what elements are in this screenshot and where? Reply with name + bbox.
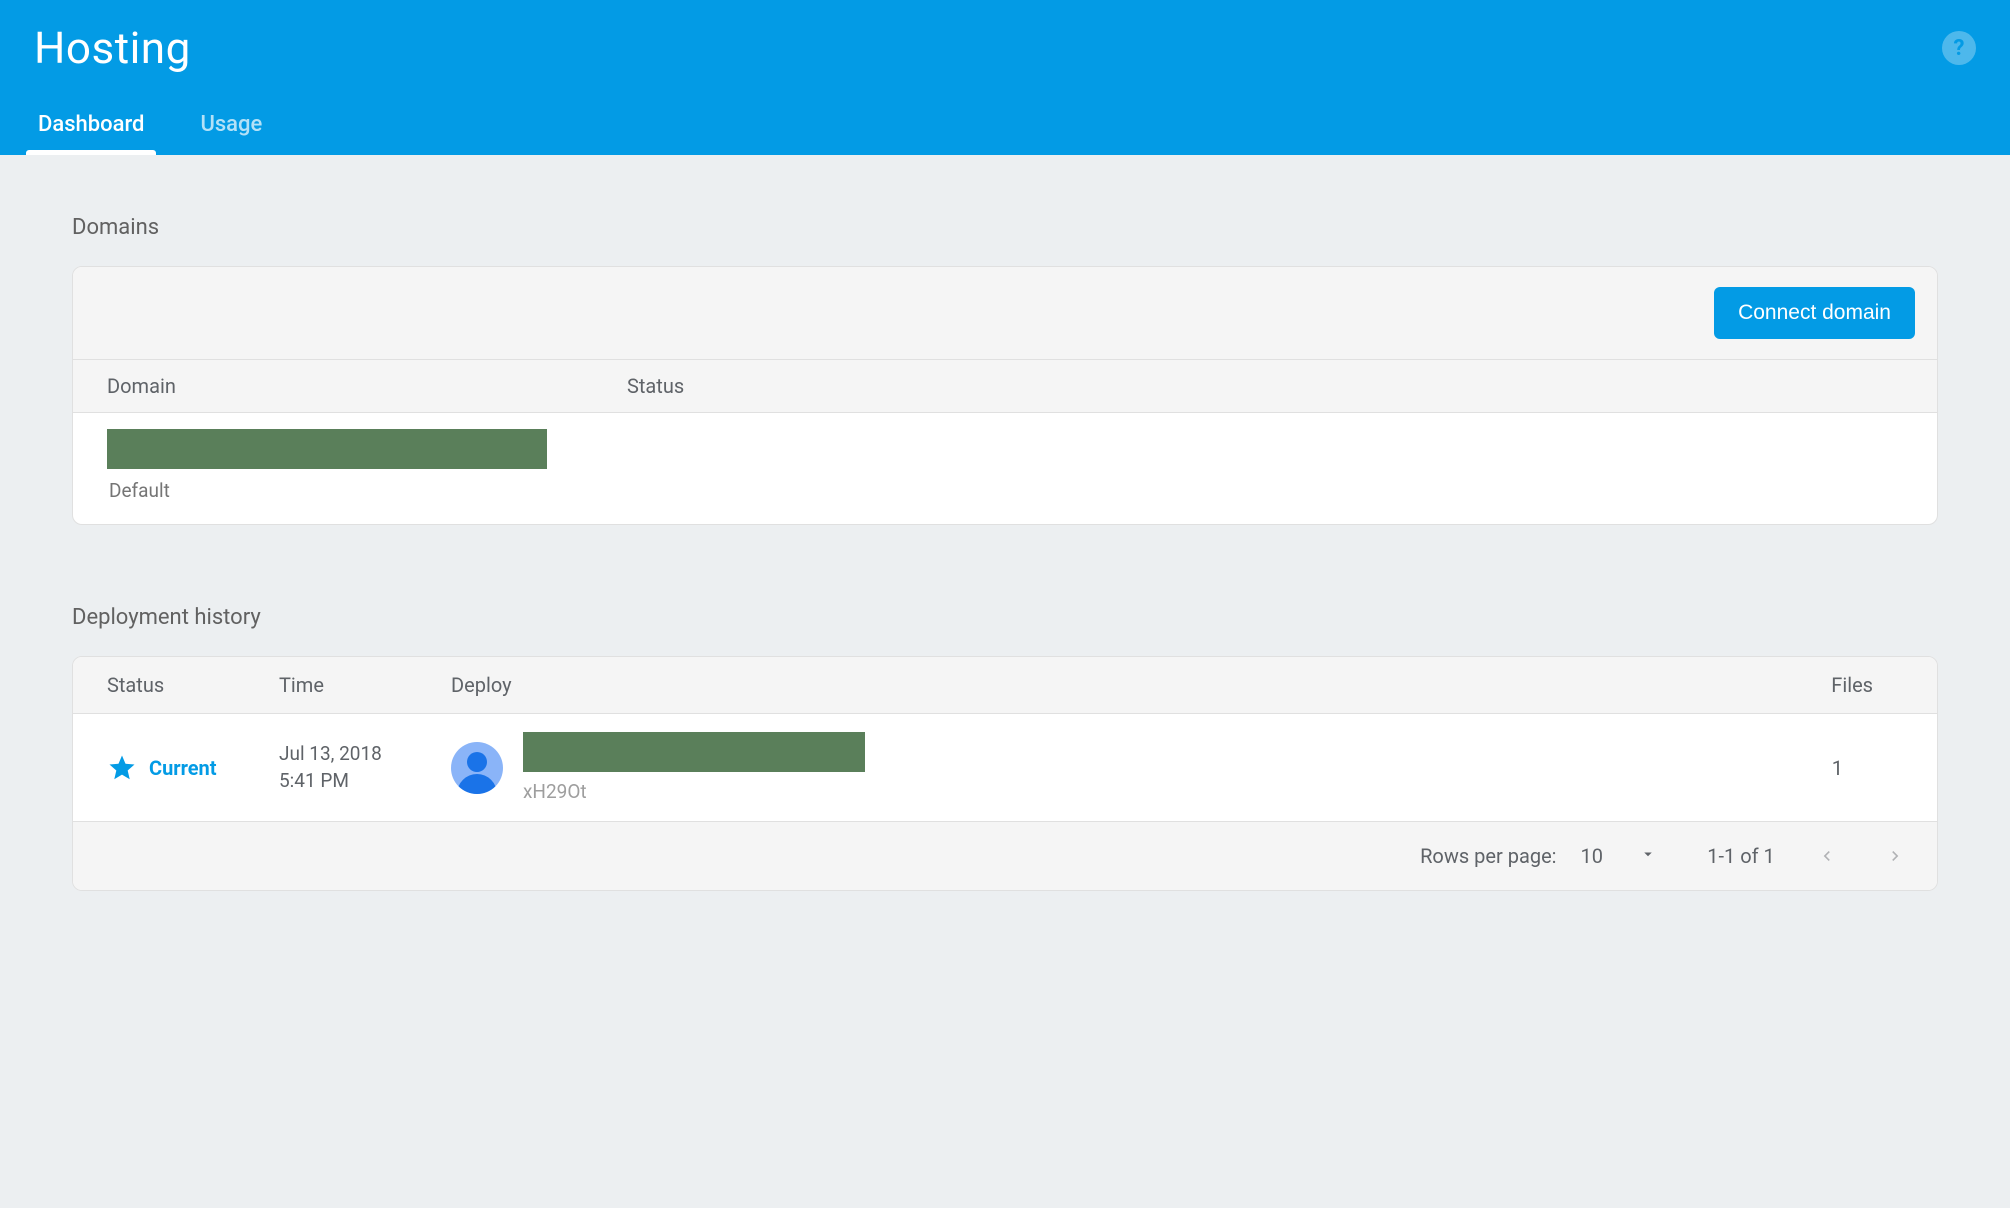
pager (1817, 846, 1905, 866)
deploy-status-label: Current (149, 756, 217, 780)
deploy-cell: xH29Ot (451, 732, 1733, 803)
tab-label: Dashboard (38, 112, 144, 137)
domains-table-header: Domain Status (73, 360, 1937, 413)
tab-usage[interactable]: Usage (196, 102, 266, 155)
deploy-table-header: Status Time Deploy Files (73, 657, 1937, 714)
pagination-range: 1-1 of 1 (1701, 844, 1781, 868)
domain-row[interactable]: Default (73, 413, 1937, 524)
deploy-date: Jul 13, 2018 (279, 741, 451, 768)
table-footer: Rows per page: 10 1-1 of 1 (73, 822, 1937, 890)
content-area: Domains Connect domain Domain Status Def… (0, 155, 2010, 971)
tab-label: Usage (200, 112, 262, 137)
domain-sublabel: Default (107, 479, 170, 502)
deploy-time-cell: Jul 13, 2018 5:41 PM (279, 741, 451, 794)
rows-per-page-label: Rows per page: (1420, 844, 1556, 868)
rows-per-page: Rows per page: 10 (1420, 840, 1665, 872)
deploy-history-card: Status Time Deploy Files Current Jul 13,… (72, 656, 1938, 891)
column-header-files: Files (1733, 673, 1903, 697)
page-title: Hosting (34, 22, 191, 74)
rows-per-page-select[interactable]: 10 (1573, 840, 1665, 872)
domains-section-title: Domains (72, 215, 1938, 240)
column-header-time: Time (279, 673, 451, 697)
tabs: Dashboard Usage (34, 102, 1976, 155)
column-header-status: Status (107, 673, 279, 697)
deploy-time: 5:41 PM (279, 768, 451, 795)
domains-card: Connect domain Domain Status Default (72, 266, 1938, 525)
next-page-button[interactable] (1885, 846, 1905, 866)
prev-page-button[interactable] (1817, 846, 1837, 866)
question-icon: ? (1954, 36, 1965, 61)
tab-dashboard[interactable]: Dashboard (34, 102, 148, 155)
domains-toolbar: Connect domain (73, 267, 1937, 360)
connect-domain-button[interactable]: Connect domain (1714, 287, 1915, 339)
domain-name-redacted (107, 429, 547, 469)
avatar-icon (451, 742, 503, 794)
deploy-id: xH29Ot (523, 780, 865, 803)
column-header-status: Status (627, 374, 1903, 398)
deploy-row[interactable]: Current Jul 13, 2018 5:41 PM xH29Ot 1 (73, 714, 1937, 822)
page-header: Hosting ? Dashboard Usage (0, 0, 2010, 155)
chevron-down-icon (1639, 844, 1657, 868)
column-header-deploy: Deploy (451, 673, 1733, 697)
chevron-right-icon (1885, 846, 1905, 866)
column-header-domain: Domain (107, 374, 627, 398)
rows-per-page-value: 10 (1581, 844, 1603, 868)
deploy-files-cell: 1 (1733, 756, 1903, 780)
star-icon (107, 753, 137, 783)
deploy-status-cell: Current (107, 753, 279, 783)
help-button[interactable]: ? (1942, 31, 1976, 65)
deploy-section-title: Deployment history (72, 605, 1938, 630)
chevron-left-icon (1817, 846, 1837, 866)
deployer-name-redacted (523, 732, 865, 772)
